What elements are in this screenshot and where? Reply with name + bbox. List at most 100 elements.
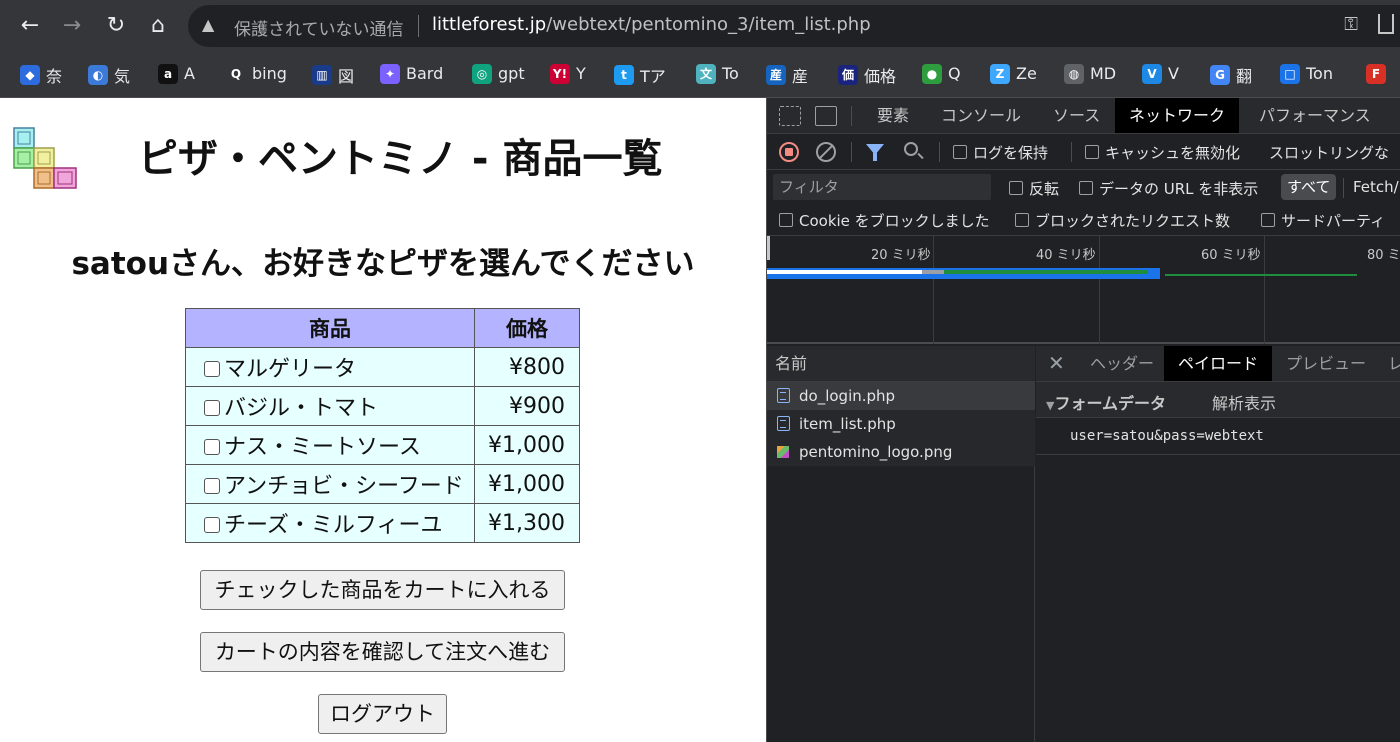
product-checkbox[interactable] [204, 439, 220, 455]
hide-data-urls-checkbox[interactable]: データの URL を非表示 [1079, 178, 1258, 199]
blocked-cookies-checkbox[interactable]: Cookie をブロックしました [779, 210, 990, 231]
record-stop-icon[interactable] [779, 142, 799, 162]
checkout-button[interactable]: カートの内容を確認して注文へ進む [200, 632, 565, 672]
invert-checkbox[interactable]: 反転 [1009, 178, 1059, 199]
bookmark-item[interactable]: 価価格 [838, 63, 896, 87]
name-column-header[interactable]: 名前 [767, 346, 1035, 382]
tab-network[interactable]: ネットワーク [1115, 98, 1240, 133]
network-timeline[interactable]: 20 ミリ秒 40 ミリ秒 60 ミリ秒 80 ミ [767, 236, 1400, 344]
product-name: バジル・トマト [224, 396, 379, 421]
hide-data-urls-label: データの URL を非表示 [1099, 180, 1259, 198]
bookmark-label: Ton [1306, 64, 1333, 83]
tab-console[interactable]: コンソール [927, 98, 1035, 133]
tab-sources[interactable]: ソース [1039, 98, 1114, 133]
bookmark-item[interactable]: ✦ Bard [380, 63, 443, 87]
bookmark-item[interactable]: Y! Y [550, 63, 586, 87]
sparkle-icon: ✦ [380, 63, 400, 84]
bookmark-item[interactable]: Qbing [226, 63, 287, 87]
warning-icon[interactable]: ▲ [202, 15, 214, 34]
clear-icon[interactable] [816, 142, 836, 162]
form-data-section-header[interactable]: ▼フォームデータ 解析表示 [1036, 382, 1400, 418]
type-filter-fetch[interactable]: Fetch/ [1347, 174, 1400, 200]
bookmark-item[interactable]: F [1366, 63, 1386, 87]
tab-preview[interactable]: プレビュー [1272, 346, 1380, 381]
payload-divider [1036, 454, 1400, 455]
filter-input[interactable]: フィルタ [773, 174, 991, 200]
bookmark-item[interactable]: □ Ton [1280, 63, 1333, 87]
reload-icon[interactable]: ↻ [100, 10, 132, 42]
bookmark-item[interactable]: aA [158, 63, 195, 87]
bookmark-label: Ze [1016, 64, 1037, 83]
bookmark-item[interactable]: VV [1142, 63, 1179, 87]
view-parsed-toggle[interactable]: 解析表示 [1212, 390, 1276, 414]
tab-elements[interactable]: 要素 [863, 98, 923, 133]
blocked-cookies-label: Cookie をブロックしました [799, 212, 990, 230]
product-price: ¥900 [474, 386, 580, 426]
request-row-logo[interactable]: pentomino_logo.png [767, 438, 1035, 466]
bookmark-item[interactable]: ◎ gpt [472, 63, 525, 87]
zenn-icon: Z [990, 63, 1010, 84]
close-icon[interactable]: ✕ [1048, 351, 1065, 375]
tab-payload[interactable]: ペイロード [1164, 346, 1273, 381]
url-text[interactable]: littleforest.jp/webtext/pentomino_3/item… [432, 14, 871, 35]
logout-button[interactable]: ログアウト [318, 694, 447, 734]
tab-performance[interactable]: パフォーマンス [1245, 98, 1385, 133]
device-toolbar-icon[interactable] [815, 106, 837, 126]
cube-icon: ◆ [20, 65, 40, 85]
filter-funnel-icon[interactable] [866, 144, 884, 161]
bookmark-label: V [1168, 64, 1179, 83]
forward-arrow-icon[interactable]: → [56, 10, 88, 42]
disable-cache-checkbox[interactable]: キャッシュを無効化 [1085, 142, 1240, 163]
third-party-checkbox[interactable]: サードパーティ [1261, 210, 1385, 231]
preserve-log-checkbox[interactable]: ログを保持 [953, 142, 1048, 163]
request-name: pentomino_logo.png [799, 443, 953, 461]
tab-headers[interactable]: ヘッダー [1076, 346, 1168, 381]
add-to-cart-button[interactable]: チェックした商品をカートに入れる [200, 570, 565, 610]
bookmark-item[interactable]: ◆ 奈 [20, 63, 62, 87]
devtools-panel: 要素 コンソール ソース ネットワーク パフォーマンス ログを保持 キャッシュを… [766, 98, 1400, 742]
bookmark-item[interactable]: G翻 [1210, 63, 1252, 87]
product-checkbox[interactable] [204, 517, 220, 533]
search-icon[interactable] [904, 142, 918, 156]
toolbar-separator [851, 142, 852, 162]
insecure-label[interactable]: 保護されていない通信 [234, 15, 404, 40]
product-checkbox[interactable] [204, 478, 220, 494]
product-price: ¥1,000 [474, 464, 580, 504]
address-bar[interactable]: ▲ 保護されていない通信 littleforest.jp/webtext/pen… [188, 5, 1400, 47]
bookmark-item[interactable]: ◐ 気 [88, 63, 130, 87]
table-row: バジル・トマト ¥900 [185, 386, 580, 426]
throttling-select[interactable]: スロットリングな [1269, 142, 1389, 163]
bookmark-item[interactable]: ◍ MD [1064, 63, 1116, 87]
bookmark-item[interactable]: ● Q [922, 63, 961, 87]
request-name: item_list.php [799, 415, 896, 433]
product-checkbox[interactable] [204, 400, 220, 416]
tab-response[interactable]: レ [1374, 346, 1400, 381]
openai-icon: ◎ [472, 63, 492, 84]
bookmark-item[interactable]: t Tア [614, 63, 666, 87]
url-path: /webtext/pentomino_3/item_list.php [546, 14, 871, 35]
page-title: ピザ・ペントミノ - 商品一覧 [138, 136, 663, 182]
product-name: チーズ・ミルフィーユ [224, 513, 443, 538]
key-icon[interactable]: ⚿ [1344, 14, 1358, 35]
bookmark-item[interactable]: Z Ze [990, 63, 1037, 87]
bookmark-item[interactable]: 産産 [766, 63, 808, 87]
share-icon[interactable] [1378, 14, 1394, 34]
product-cell: アンチョビ・シーフード [185, 464, 475, 504]
product-price: ¥1,000 [474, 425, 580, 465]
address-separator [418, 15, 419, 37]
blocked-requests-checkbox[interactable]: ブロックされたリクエスト数 [1015, 210, 1230, 231]
bookmark-item[interactable]: 文 To [696, 63, 739, 87]
inspect-element-icon[interactable] [779, 106, 801, 126]
back-arrow-icon[interactable]: ← [14, 10, 46, 42]
bookmark-item[interactable]: ▥ 図 [312, 63, 354, 87]
product-checkbox[interactable] [204, 361, 220, 377]
request-row-do-login[interactable]: do_login.php [767, 382, 1035, 410]
product-name: アンチョビ・シーフード [224, 474, 464, 499]
header-product: 商品 [185, 308, 475, 348]
type-filter-all[interactable]: すべて [1281, 174, 1337, 200]
product-cell: ナス・ミートソース [185, 425, 475, 465]
form-data-title: ▼フォームデータ [1046, 390, 1166, 414]
home-icon[interactable]: ⌂ [142, 10, 174, 42]
request-row-item-list[interactable]: item_list.php [767, 410, 1035, 438]
feed-icon: F [1366, 63, 1386, 84]
